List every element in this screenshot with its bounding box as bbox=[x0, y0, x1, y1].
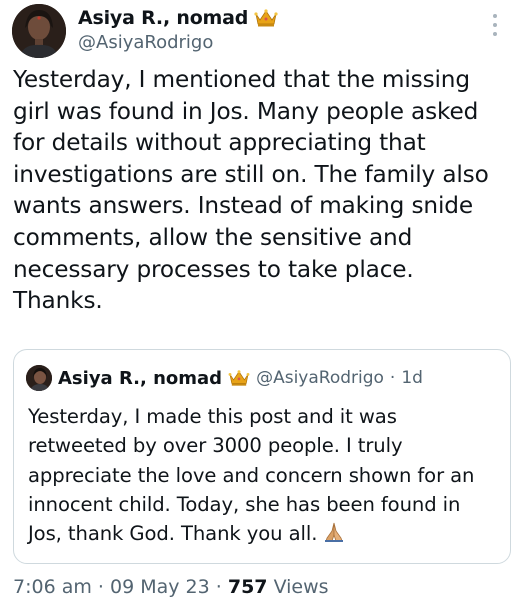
tweet-time[interactable]: 7:06 am bbox=[13, 576, 92, 598]
tweet-body-text: Yesterday, I mentioned that the missing … bbox=[13, 66, 489, 315]
meta-separator: · bbox=[215, 576, 222, 598]
tweet-header: Asiya R., nomad @AsiyaRodrigo bbox=[12, 4, 504, 60]
author-name-row: Asiya R., nomad bbox=[78, 6, 278, 30]
tweet-date[interactable]: 09 May 23 bbox=[110, 576, 210, 598]
tweet-meta: 7:06 am · 09 May 23 · 757 Views bbox=[13, 576, 329, 598]
views-count[interactable]: 757 bbox=[228, 576, 268, 598]
crown-icon bbox=[228, 369, 250, 387]
quoted-author-handle: @AsiyaRodrigo bbox=[256, 368, 384, 388]
quoted-timestamp[interactable]: 1d bbox=[401, 368, 423, 388]
quoted-tweet-text-content: Yesterday, I made this post and it was r… bbox=[28, 405, 475, 546]
quoted-tweet-text: Yesterday, I made this post and it was r… bbox=[28, 402, 498, 551]
author-display-name[interactable]: Asiya R., nomad bbox=[78, 7, 248, 29]
crown-icon bbox=[254, 8, 278, 28]
meta-separator: · bbox=[97, 576, 104, 598]
more-vertical-icon[interactable] bbox=[490, 14, 500, 40]
avatar-portrait-icon bbox=[12, 4, 66, 58]
folded-hands-icon bbox=[323, 521, 345, 551]
quoted-author-avatar bbox=[26, 365, 52, 391]
views-label: Views bbox=[273, 576, 329, 598]
author-handle[interactable]: @AsiyaRodrigo bbox=[78, 32, 213, 53]
quoted-separator: · bbox=[389, 368, 396, 388]
author-avatar[interactable] bbox=[12, 4, 66, 58]
quoted-author-display-name: Asiya R., nomad bbox=[58, 367, 223, 389]
quoted-tweet-header: Asiya R., nomad @AsiyaRodrigo · 1d bbox=[26, 364, 423, 392]
quoted-tweet-card[interactable]: Asiya R., nomad @AsiyaRodrigo · 1d Yeste… bbox=[13, 349, 511, 564]
